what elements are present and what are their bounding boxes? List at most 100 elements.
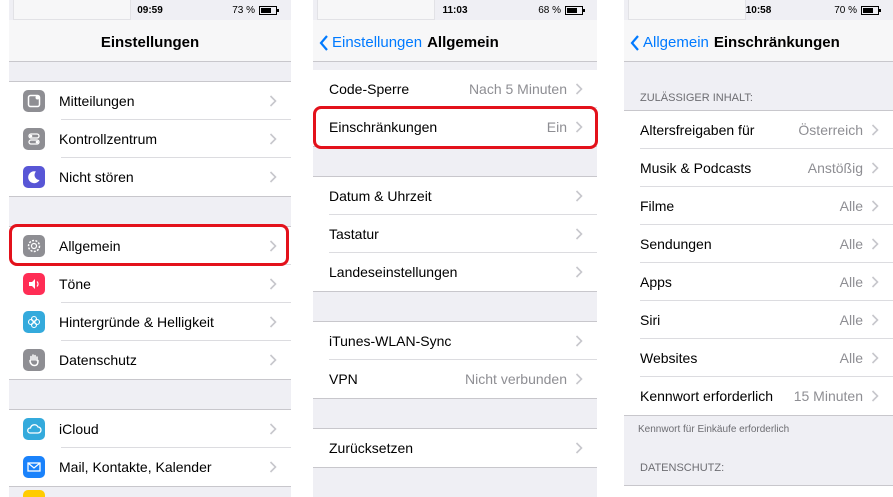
nav-bar: Allgemein Einschränkungen [624,20,893,62]
chevron-right-icon [575,83,583,95]
highlight-einschraenkungen [313,106,598,149]
row-label: Zurücksetzen [329,440,414,456]
control-center-icon [23,128,45,150]
battery-indicator: 73 % [232,5,279,16]
row-label: Landeseinstellungen [329,264,458,280]
settings-row-itunes-wlan-sync[interactable]: iTunes-WLAN-Sync [313,322,597,360]
settings-row-filme[interactable]: Filme Alle [624,187,893,225]
settings-row-landeseinstellungen[interactable]: Landeseinstellungen [313,253,597,291]
row-label: iCloud [59,421,99,437]
back-label: Allgemein [643,34,709,51]
chevron-right-icon [269,423,277,435]
chevron-right-icon [871,162,879,174]
chevron-right-icon [269,171,277,183]
row-label: Apps [640,274,672,290]
restrictions-list: Altersfreigaben für Österreich Musik & Pod… [624,110,893,416]
settings-row-datum-uhrzeit[interactable]: Datum & Uhrzeit [313,177,597,215]
cloud-icon [23,418,45,440]
chevron-right-icon [871,238,879,250]
row-value: Nach 5 Minuten [468,81,567,97]
settings-row-siri[interactable]: Siri Alle [624,301,893,339]
hand-icon [23,349,45,371]
chevron-right-icon [575,442,583,454]
row-label: Filme [640,198,675,214]
chevron-right-icon [269,316,277,328]
row-value: Alle [839,312,863,328]
row-value: Nicht verbunden [465,371,567,387]
settings-row-sendungen[interactable]: Sendungen Alle [624,225,893,263]
battery-icon [565,6,585,15]
settings-row-nicht-stören[interactable]: Nicht stören [9,158,291,196]
settings-row-mail-kontakte-kalender[interactable]: Mail, Kontakte, Kalender [9,448,291,486]
nav-bar: Einstellungen Allgemein [313,20,597,62]
settings-row-hintergründe-helligkeit[interactable]: Hintergründe & Helligkeit [9,303,291,341]
battery-icon [861,6,881,15]
chevron-right-icon [269,278,277,290]
back-button[interactable]: Allgemein Einschränkungen [630,34,840,51]
mail-icon [23,456,45,478]
chevron-left-icon [630,34,639,51]
settings-group-1: Mitteilungen Kontrollzentrum Nicht stören [9,81,291,197]
row-label: Websites [640,350,698,366]
row-label: Datum & Uhrzeit [329,188,432,204]
settings-row-apps[interactable]: Apps Alle [624,263,893,301]
status-bar: 09:59 73 % [9,0,291,20]
row-label: Siri [640,312,661,328]
row-value: Alle [839,198,863,214]
privacy-list-partial [624,485,893,497]
row-label: Mitteilungen [59,93,135,109]
row-label: Code-Sperre [329,81,410,97]
battery-percent: 68 % [538,5,561,16]
row-value: Alle [839,350,863,366]
wallpaper-icon [23,311,45,333]
status-bar: 11:03 68 % [313,0,597,20]
battery-indicator: 70 % [834,5,881,16]
settings-row-kennwort-erforderlich[interactable]: Kennwort erforderlich 15 Minuten [624,377,893,415]
settings-row-vpn[interactable]: VPN Nicht verbunden [313,360,597,398]
row-label: Tastatur [329,226,379,242]
chevron-right-icon [871,390,879,402]
row-label: Hintergründe & Helligkeit [59,314,214,330]
chevron-right-icon [269,354,277,366]
settings-row-websites[interactable]: Websites Alle [624,339,893,377]
settings-group-3: iCloud Mail, Kontakte, Kalender [9,409,291,487]
settings-row-altersfreigaben-für[interactable]: Altersfreigaben für Österreich [624,111,893,149]
settings-group-2: Datum & Uhrzeit Tastatur Landeseinstellung… [313,176,597,292]
settings-row-mitteilungen[interactable]: Mitteilungen [9,82,291,120]
speaker-icon [23,273,45,295]
row-label: Mail, Kontakte, Kalender [59,459,212,475]
row-label: Töne [59,276,91,292]
chevron-right-icon [871,314,879,326]
row-value: Alle [839,236,863,252]
partial-app-icon [23,490,45,497]
settings-row-code-sperre[interactable]: Code-Sperre Nach 5 Minuten [313,70,597,108]
settings-group-4: Zurücksetzen [313,428,597,468]
chevron-right-icon [871,276,879,288]
chevron-right-icon [269,461,277,473]
general-screen: 11:03 68 % Einstellungen Allgemein Code-… [313,0,597,497]
row-value: Anstößig [807,160,863,176]
row-value: Österreich [798,122,863,138]
row-label: Kontrollzentrum [59,131,158,147]
chevron-right-icon [269,95,277,107]
row-label: Sendungen [640,236,712,252]
chevron-right-icon [871,124,879,136]
settings-row-datenschutz[interactable]: Datenschutz [9,341,291,379]
battery-indicator: 68 % [538,5,585,16]
page-title: Allgemein [427,34,499,51]
settings-group-3: iTunes-WLAN-Sync VPN Nicht verbunden [313,321,597,399]
row-label: Datenschutz [59,352,137,368]
moon-icon [23,166,45,188]
settings-row-töne[interactable]: Töne [9,265,291,303]
battery-percent: 73 % [232,5,255,16]
settings-row-zurücksetzen[interactable]: Zurücksetzen [313,429,597,467]
settings-row-tastatur[interactable]: Tastatur [313,215,597,253]
settings-row-musik-podcasts[interactable]: Musik & Podcasts Anstößig [624,149,893,187]
settings-row-kontrollzentrum[interactable]: Kontrollzentrum [9,120,291,158]
section-footer: Kennwort für Einkäufe erforderlich [638,424,790,435]
chevron-right-icon [575,266,583,278]
nav-bar: Einstellungen [9,20,291,62]
settings-row-icloud[interactable]: iCloud [9,410,291,448]
row-label: Altersfreigaben für [640,122,755,138]
back-button[interactable]: Einstellungen Allgemein [319,34,499,51]
